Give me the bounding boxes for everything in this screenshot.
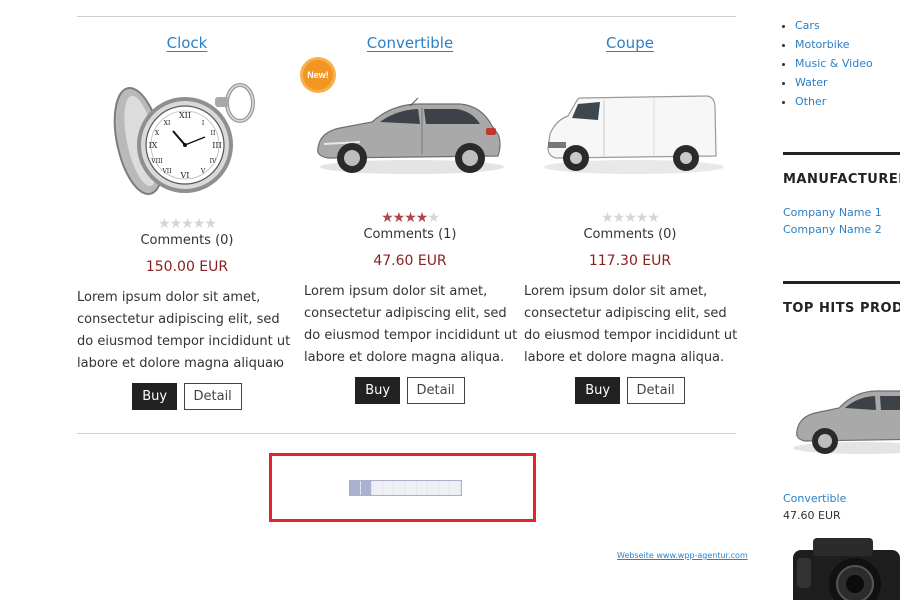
product-description: Lorem ipsum dolor sit amet, consectetur …	[77, 290, 291, 371]
rating-star: ★	[404, 209, 417, 225]
svg-text:V: V	[200, 168, 206, 175]
rating-star: ★	[204, 215, 217, 231]
top-hit-image[interactable]	[783, 355, 900, 465]
product-description: Lorem ipsum dolor sit amet, consectetur …	[524, 284, 738, 365]
product-image[interactable]	[520, 64, 740, 194]
rating-star: ★	[635, 209, 649, 225]
category-list: Cars Motorbike Music & Video Water Other	[783, 16, 873, 111]
product-description: Lorem ipsum dolor sit amet, consectetur …	[304, 284, 518, 365]
rating-stars: ★★★★★	[520, 210, 740, 224]
category-item[interactable]: Other	[795, 92, 873, 111]
rating-stars: ★★★★★	[300, 210, 520, 224]
product-actions: Buy Detail	[77, 383, 297, 410]
rating-star: ★	[392, 209, 406, 225]
buy-button[interactable]: Buy	[575, 377, 621, 404]
category-link[interactable]: Other	[795, 95, 826, 108]
rating-star: ★	[158, 215, 171, 231]
product-title-link[interactable]: Convertible	[367, 34, 453, 52]
product-title-link[interactable]: Coupe	[606, 34, 654, 52]
top-hits-rule	[783, 281, 900, 284]
product-price: 47.60 EUR	[373, 253, 447, 269]
svg-text:IV: IV	[210, 158, 217, 165]
rating-stars: ★★★★★	[77, 216, 297, 230]
category-item[interactable]: Motorbike	[795, 35, 873, 54]
content-top-divider	[77, 16, 736, 17]
rating-star: ★	[169, 215, 183, 231]
svg-text:VI: VI	[180, 171, 190, 180]
svg-text:VII: VII	[161, 168, 172, 175]
car-icon	[317, 97, 504, 174]
footer-website-link[interactable]: Webseite www.wpp-agentur.com	[617, 551, 748, 560]
manufacturer-link[interactable]: Company Name 1	[783, 206, 882, 219]
product-actions: Buy Detail	[520, 377, 740, 404]
top-hit-price: 47.60 EUR	[783, 509, 841, 522]
product-card: Coupe ★★★★★ Comments (0) 117.30 EUR Lore…	[520, 34, 740, 414]
category-item[interactable]: Cars	[795, 16, 873, 35]
top-hit-image[interactable]	[783, 528, 900, 600]
svg-text:IX: IX	[149, 141, 158, 150]
svg-text:XII: XII	[179, 111, 191, 120]
rating-star: ★	[612, 209, 626, 225]
rating-star: ★	[647, 209, 660, 225]
van-icon	[544, 95, 724, 174]
new-badge: New!	[303, 60, 333, 90]
product-card: Convertible New! ★★★★★ Comments (1) 47.6…	[300, 34, 520, 414]
content-bottom-divider	[77, 433, 736, 434]
pocket-watch-icon: XII III VI IX I II IV V VII VIII X XI	[113, 83, 255, 196]
category-link[interactable]: Cars	[795, 19, 820, 32]
top-hit-title-link[interactable]: Convertible	[783, 492, 846, 505]
product-image[interactable]	[300, 64, 520, 194]
svg-text:VIII: VIII	[150, 158, 163, 165]
rating-star: ★	[427, 209, 440, 225]
camera-icon	[793, 538, 900, 600]
category-item[interactable]: Music & Video	[795, 54, 873, 73]
car-icon	[793, 390, 900, 454]
category-link[interactable]: Water	[795, 76, 828, 89]
detail-button[interactable]: Detail	[183, 383, 242, 410]
product-image[interactable]: XII III VI IX I II IV V VII VIII X XI	[77, 67, 297, 207]
buy-button[interactable]: Buy	[132, 383, 178, 410]
product-title-link[interactable]: Clock	[167, 34, 208, 52]
detail-button[interactable]: Detail	[406, 377, 465, 404]
svg-text:III: III	[212, 141, 221, 150]
svg-text:II: II	[211, 130, 216, 137]
category-link[interactable]: Motorbike	[795, 38, 850, 51]
rating-star: ★	[381, 209, 394, 225]
comments-count[interactable]: Comments (0)	[77, 233, 297, 248]
product-actions: Buy Detail	[300, 377, 520, 404]
manufacturer-heading: MANUFACTURER	[783, 172, 900, 187]
rating-star: ★	[192, 215, 206, 231]
rating-star: ★	[415, 209, 429, 225]
product-card: Clock XII III VI IX I II IV V VII VIII X	[77, 34, 297, 414]
category-link[interactable]: Music & Video	[795, 57, 873, 70]
rating-star: ★	[624, 209, 637, 225]
svg-text:XI: XI	[164, 120, 171, 127]
category-item[interactable]: Water	[795, 73, 873, 92]
comments-count[interactable]: Comments (1)	[300, 227, 520, 242]
svg-text:X: X	[155, 130, 160, 137]
product-price: 150.00 EUR	[145, 259, 229, 275]
rating-star: ★	[181, 215, 194, 231]
top-hits-heading: TOP HITS PRODU	[783, 301, 900, 316]
rating-star: ★	[601, 209, 614, 225]
product-price: 117.30 EUR	[588, 253, 672, 269]
buy-button[interactable]: Buy	[355, 377, 401, 404]
detail-button[interactable]: Detail	[626, 377, 685, 404]
manufacturer-rule	[783, 152, 900, 155]
highlight-box	[269, 453, 536, 522]
manufacturer-link[interactable]: Company Name 2	[783, 223, 882, 236]
comments-count[interactable]: Comments (0)	[520, 227, 740, 242]
